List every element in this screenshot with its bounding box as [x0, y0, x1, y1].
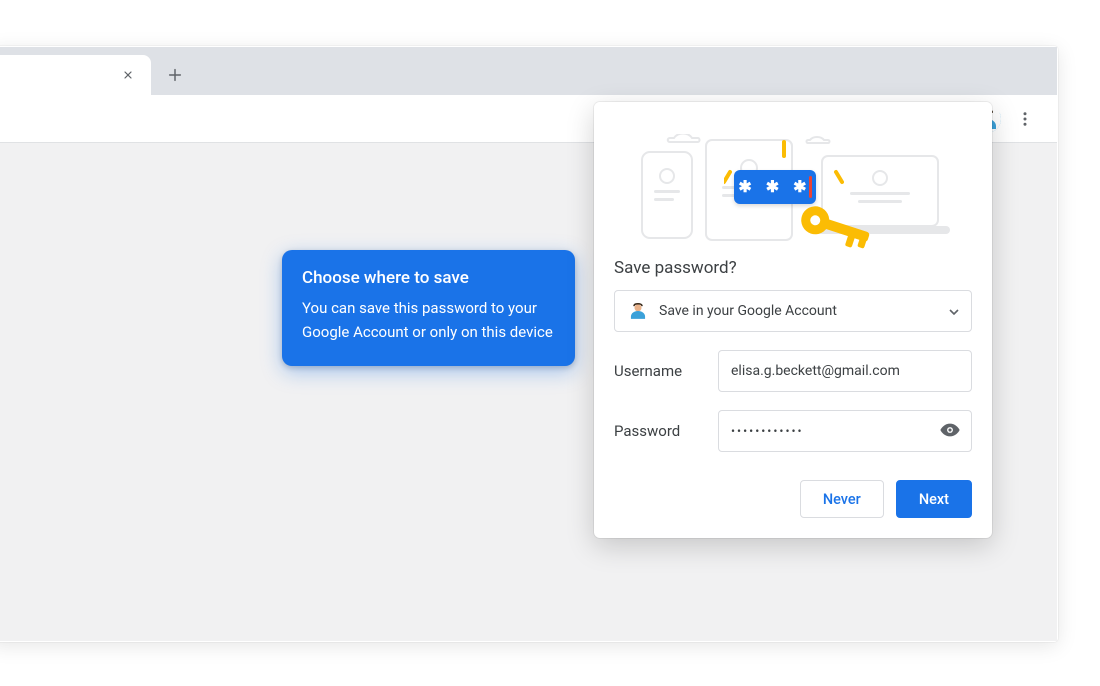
kebab-icon [1016, 110, 1034, 128]
reveal-password-button[interactable] [939, 419, 961, 444]
browser-tab[interactable] [0, 55, 151, 95]
account-select-label: Save in your Google Account [659, 303, 837, 319]
password-label: Password [614, 422, 706, 440]
username-value: elisa.g.beckett@gmail.com [731, 363, 900, 379]
popup-illustration: ✱ ✱ ✱ [594, 102, 992, 246]
more-menu-button[interactable] [1011, 105, 1039, 133]
password-chip-illustration: ✱ ✱ ✱ [734, 170, 816, 204]
never-button-label: Never [823, 491, 861, 508]
tabstrip [0, 47, 1057, 95]
password-input[interactable]: •••••••••••• [718, 410, 972, 452]
close-tab-icon[interactable] [119, 66, 137, 84]
never-button[interactable]: Never [800, 480, 884, 518]
next-button[interactable]: Next [896, 480, 972, 518]
callout-title: Choose where to save [302, 268, 555, 288]
eye-icon [939, 419, 961, 441]
caret-down-icon [949, 303, 959, 319]
username-input[interactable]: elisa.g.beckett@gmail.com [718, 350, 972, 392]
account-select[interactable]: Save in your Google Account [614, 290, 972, 332]
info-callout: Choose where to save You can save this p… [282, 250, 575, 366]
callout-body: You can save this password to your Googl… [302, 296, 555, 344]
popup-title: Save password? [614, 258, 972, 278]
username-label: Username [614, 362, 706, 380]
password-value: •••••••••••• [731, 424, 804, 438]
new-tab-button[interactable] [161, 61, 189, 89]
save-password-popup: ✱ ✱ ✱ [594, 102, 992, 538]
next-button-label: Next [919, 491, 949, 508]
avatar-icon [627, 300, 649, 322]
